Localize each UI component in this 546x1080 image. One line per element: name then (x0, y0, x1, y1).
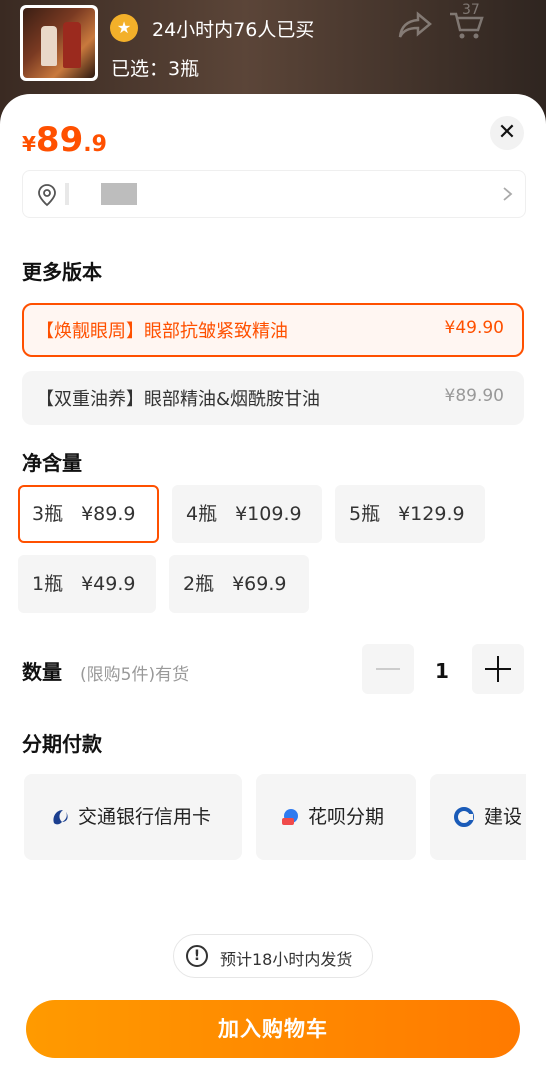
installment-label: 建设 (484, 806, 523, 828)
bag-icon: ★ (110, 14, 138, 42)
option-qty: 5瓶 (349, 503, 381, 525)
product-thumbnail[interactable] (20, 5, 98, 81)
add-to-cart-button[interactable]: 加入购物车 (26, 1000, 520, 1058)
option-qty: 3瓶 (32, 503, 64, 525)
cart-count-badge: 37 (462, 2, 480, 18)
option-price: ¥109.9 (235, 503, 302, 525)
option-price: ¥129.9 (398, 503, 465, 525)
price-decimal: .9 (83, 132, 107, 157)
installment-label: 花呗分期 (308, 806, 385, 828)
installment-option[interactable]: 建设 (430, 774, 526, 860)
installment-option[interactable]: 花呗分期 (256, 774, 416, 860)
quantity-decrease-button[interactable] (362, 644, 414, 694)
version-label: 【焕靓眼周】眼部抗皱紧致精油 (36, 321, 288, 342)
option-qty: 2瓶 (183, 573, 215, 595)
quantity-label: 数量 (22, 660, 62, 684)
version-price: ¥49.90 (444, 318, 504, 338)
huabei-icon (282, 809, 298, 825)
net-content-option[interactable]: 3瓶 ¥89.9 (18, 485, 159, 543)
version-price: ¥89.90 (444, 386, 504, 406)
quantity-value[interactable]: 1 (428, 659, 456, 683)
chevron-right-icon (503, 187, 513, 201)
net-content-option[interactable]: 1瓶 ¥49.9 (18, 555, 156, 613)
version-label: 【双重油养】眼部精油&烟酰胺甘油 (36, 389, 321, 410)
quantity-increase-button[interactable] (472, 644, 524, 694)
quantity-hint: (限购5件)有货 (80, 665, 190, 685)
versions-title: 更多版本 (22, 260, 102, 284)
installment-label: 交通银行信用卡 (78, 806, 212, 828)
option-qty: 1瓶 (32, 573, 64, 595)
recent-buyers-text: 24小时内76人已买 (152, 19, 315, 41)
bottle-graphic (41, 26, 57, 66)
bocom-bank-icon (53, 810, 68, 825)
version-option[interactable]: 【焕靓眼周】眼部抗皱紧致精油 ¥49.90 (22, 303, 524, 357)
bottle-graphic (63, 22, 81, 68)
installment-options[interactable]: 交通银行信用卡 花呗分期 建设 (22, 774, 526, 862)
shipping-estimate: ! 预计18小时内发货 (173, 934, 373, 978)
redacted-address (65, 183, 69, 205)
net-content-title: 净含量 (22, 451, 82, 475)
price-currency: ¥ (22, 132, 36, 156)
redacted-address (101, 183, 137, 205)
close-icon[interactable]: ✕ (490, 116, 524, 150)
option-price: ¥89.9 (81, 503, 136, 525)
version-option[interactable]: 【双重油养】眼部精油&烟酰胺甘油 ¥89.90 (22, 371, 524, 425)
location-pin-icon (38, 184, 56, 207)
product-image (23, 8, 95, 78)
option-price: ¥49.9 (81, 573, 136, 595)
price-display: ¥89.9 (22, 120, 107, 160)
installment-option[interactable]: 交通银行信用卡 (24, 774, 242, 860)
option-price: ¥69.9 (232, 573, 287, 595)
price-integer: 89 (35, 120, 84, 160)
net-content-option[interactable]: 4瓶 ¥109.9 (172, 485, 322, 543)
installment-title: 分期付款 (22, 732, 102, 756)
net-content-option[interactable]: 2瓶 ¥69.9 (169, 555, 309, 613)
shipping-text: 预计18小时内发货 (220, 950, 353, 969)
ccb-bank-icon (454, 807, 474, 827)
address-selector[interactable] (22, 170, 526, 218)
share-icon[interactable] (398, 10, 432, 40)
alert-circle-icon: ! (186, 945, 208, 967)
net-content-option[interactable]: 5瓶 ¥129.9 (335, 485, 485, 543)
sku-selector-sheet: ¥89.9 ✕ 更多版本 【焕靓眼周】眼部抗皱紧致精油 ¥49.90 【双重油养… (0, 94, 546, 1080)
selected-spec-text: 已选：3瓶 (111, 58, 200, 80)
option-qty: 4瓶 (186, 503, 218, 525)
